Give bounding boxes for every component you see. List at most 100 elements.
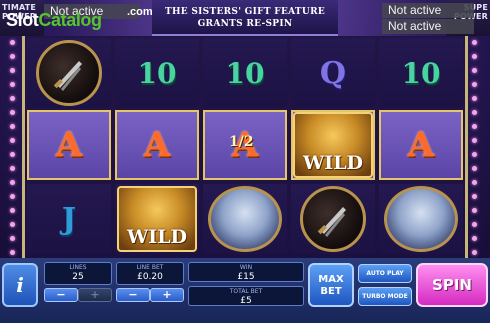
- reel-cell: Q: [291, 38, 375, 108]
- dot: [472, 166, 477, 171]
- dot: [10, 40, 15, 45]
- dot: [472, 138, 477, 143]
- dot: [472, 68, 477, 73]
- multiplier-label: 1/2: [229, 134, 254, 150]
- banner-line-2: GRANTS RE-SPIN: [197, 19, 293, 29]
- top-bar: TIMATE POWER SUPE POWER Not active Not a…: [0, 0, 490, 36]
- watermark-slot: Slot: [6, 10, 39, 30]
- dot: [472, 96, 477, 101]
- total-bet-value: £5: [240, 296, 252, 306]
- reel-cell: [203, 184, 287, 254]
- dot: [10, 68, 15, 73]
- lines-minus-button[interactable]: −: [44, 288, 78, 302]
- line-bet-plus-button[interactable]: +: [150, 288, 184, 302]
- dot: [472, 194, 477, 199]
- reel-cell: [291, 184, 375, 254]
- ace-symbol: A: [55, 125, 83, 165]
- info-button[interactable]: i: [2, 263, 38, 307]
- dot: [10, 208, 15, 213]
- lines-value: 25: [72, 272, 84, 282]
- ace-symbol: A: [143, 125, 171, 165]
- ace-symbol: A: [407, 125, 435, 165]
- dot: [10, 180, 15, 185]
- lines-label: LINES: [69, 264, 87, 271]
- watermark-catalog: Catalog: [38, 10, 102, 30]
- banner-line-1: THE SISTERS' GIFT FEATURE: [164, 7, 326, 17]
- dot: [472, 54, 477, 59]
- total-bet-label: TOTAL BET: [229, 288, 263, 295]
- wild-symbol: WILD: [293, 112, 373, 178]
- line-bet-display: LINE BET £0.20: [116, 262, 184, 285]
- reel-cell-win: A 1/2: [203, 110, 287, 180]
- reel-cell-win: A: [27, 110, 111, 180]
- reel-cell: 10: [115, 38, 199, 108]
- wild-label: WILD: [302, 152, 364, 174]
- ten-symbol: 10: [401, 56, 441, 90]
- ten-symbol: 10: [225, 56, 265, 90]
- dot: [10, 236, 15, 241]
- dot: [10, 250, 15, 255]
- left-dot-rail: [10, 40, 18, 258]
- dot: [472, 110, 477, 115]
- reel-cell: WILD: [115, 184, 199, 254]
- auto-play-button[interactable]: AUTO PLAY: [358, 264, 412, 283]
- dot: [472, 180, 477, 185]
- dot: [10, 166, 15, 171]
- reel-cell: J: [27, 184, 111, 254]
- dot: [472, 222, 477, 227]
- dot: [472, 208, 477, 213]
- wild-symbol: WILD: [117, 186, 197, 252]
- dot: [10, 152, 15, 157]
- feature-banner: THE SISTERS' GIFT FEATURE GRANTS RE-SPIN: [152, 0, 338, 36]
- ten-symbol: 10: [137, 56, 177, 90]
- dot: [472, 82, 477, 87]
- turbo-mode-button[interactable]: TURBO MODE: [358, 287, 412, 306]
- dot: [10, 194, 15, 199]
- sword-icon: [300, 186, 366, 252]
- lines-plus-button[interactable]: +: [78, 288, 112, 302]
- status-badge-right-top: Not active: [382, 3, 474, 18]
- max-bet-line-2: BET: [320, 286, 342, 297]
- reel-cell-win: WILD: [291, 110, 375, 180]
- portrait-icon: [208, 186, 282, 252]
- reel-cell: [27, 38, 111, 108]
- reel-frame: 10 10 Q 10 A A A 1/2 WILD A J WILD: [22, 36, 468, 258]
- reel-cell: 10: [203, 38, 287, 108]
- wild-label: WILD: [126, 226, 188, 248]
- max-bet-line-1: MAX: [318, 274, 344, 285]
- dot: [10, 82, 15, 87]
- sword-icon: [36, 40, 102, 106]
- queen-symbol: Q: [319, 55, 347, 91]
- max-bet-button[interactable]: MAX BET: [308, 263, 354, 307]
- status-badge-right-bottom: Not active: [382, 19, 474, 34]
- dot: [10, 222, 15, 227]
- lines-display: LINES 25: [44, 262, 112, 285]
- reel-cell: 10: [379, 38, 463, 108]
- win-label: WIN: [239, 264, 253, 271]
- dot: [10, 124, 15, 129]
- dot: [472, 40, 477, 45]
- jack-symbol: J: [61, 201, 77, 237]
- watermark-logo: SlotCatalog: [6, 10, 102, 31]
- dot: [10, 54, 15, 59]
- reel-cell-win: A: [115, 110, 199, 180]
- win-display: WIN £15: [188, 262, 304, 282]
- dot: [10, 96, 15, 101]
- watermark-com: .com: [127, 6, 153, 18]
- total-bet-display: TOTAL BET £5: [188, 286, 304, 306]
- dot: [472, 250, 477, 255]
- dot: [10, 138, 15, 143]
- dot: [472, 236, 477, 241]
- dot: [10, 110, 15, 115]
- line-bet-value: £0.20: [137, 272, 163, 282]
- line-bet-label: LINE BET: [136, 264, 164, 271]
- portrait-icon: [384, 186, 458, 252]
- reel-cell: [379, 184, 463, 254]
- win-value: £15: [237, 272, 255, 282]
- reel-cell-win: A: [379, 110, 463, 180]
- line-bet-minus-button[interactable]: −: [116, 288, 150, 302]
- dot: [472, 124, 477, 129]
- dot: [472, 152, 477, 157]
- right-dot-rail: [472, 40, 480, 258]
- spin-button[interactable]: SPIN: [416, 263, 488, 307]
